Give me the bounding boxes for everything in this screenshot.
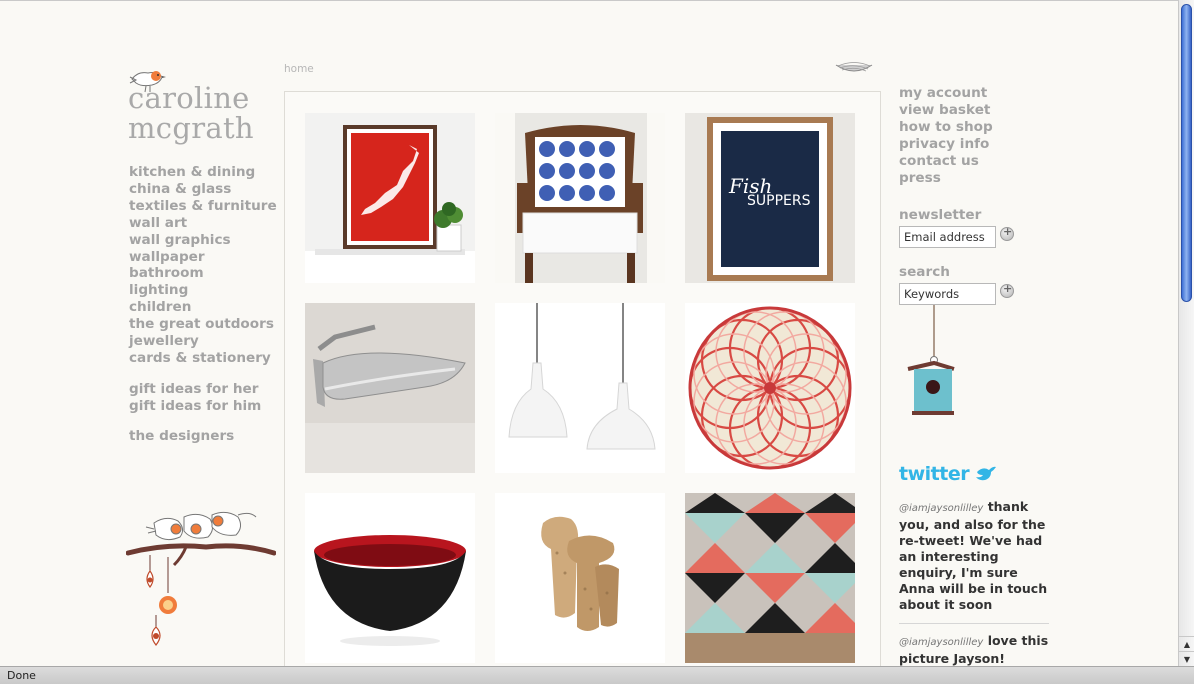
nav-wall-graphics[interactable]: wall graphics xyxy=(129,232,277,249)
product-tile-cork-stools[interactable] xyxy=(495,493,665,663)
nav-textiles-furniture[interactable]: textiles & furniture xyxy=(129,198,277,215)
white-pendant-lights-image xyxy=(495,303,665,473)
nav-great-outdoors[interactable]: the great outdoors xyxy=(129,316,277,333)
nav-cards-stationery[interactable]: cards & stationery xyxy=(129,350,277,367)
product-tile-red-black-bowl[interactable] xyxy=(305,493,475,663)
twitter-logo[interactable]: twitter xyxy=(899,463,997,485)
blue-dot-cushion-chair-image xyxy=(495,113,665,283)
nav-jewellery[interactable]: jewellery xyxy=(129,333,277,350)
category-nav: kitchen & dining china & glass textiles … xyxy=(129,164,277,445)
search-input[interactable] xyxy=(899,283,996,305)
birds-on-branch-illustration xyxy=(126,511,276,646)
fish-suppers-print-image: Fish SUPPERS xyxy=(685,113,855,283)
link-how-to-shop[interactable]: how to shop xyxy=(899,119,1059,136)
twitter-feed: @iamjaysonlilley thank you, and also for… xyxy=(899,499,1049,666)
link-contact-us[interactable]: contact us xyxy=(899,153,1059,170)
tweet-item: @iamjaysonlilley thank you, and also for… xyxy=(899,499,1049,624)
japan-map-print-image xyxy=(305,113,475,283)
product-tile-blue-dot-cushion-chair[interactable] xyxy=(495,113,665,283)
link-press[interactable]: press xyxy=(899,170,1059,187)
nest-icon xyxy=(835,62,873,72)
page-viewport: caroline mcgrath kitchen & dining china … xyxy=(0,0,1178,666)
triangle-wallpaper-image xyxy=(685,493,855,663)
nav-gift-ideas-her[interactable]: gift ideas for her xyxy=(129,381,277,398)
scrollbar-thumb[interactable] xyxy=(1181,4,1192,302)
product-tile-fish-suppers-print[interactable]: Fish SUPPERS xyxy=(685,113,855,283)
nav-china-glass[interactable]: china & glass xyxy=(129,181,277,198)
folding-shower-seat-image xyxy=(305,303,475,473)
tweet-handle[interactable]: @iamjaysonlilley xyxy=(899,637,983,648)
nav-children[interactable]: children xyxy=(129,299,277,316)
product-tile-red-spirograph-rug[interactable] xyxy=(685,303,855,473)
product-tile-triangle-wallpaper[interactable] xyxy=(685,493,855,663)
browser-status-bar: Done xyxy=(0,666,1194,684)
nav-lighting[interactable]: lighting xyxy=(129,282,277,299)
product-tile-folding-shower-seat[interactable] xyxy=(305,303,475,473)
vertical-scrollbar[interactable]: ▲ ▼ xyxy=(1178,0,1194,666)
twitter-bird-icon xyxy=(976,466,997,481)
cork-stools-image xyxy=(495,493,665,663)
newsletter-email-input[interactable] xyxy=(899,226,996,248)
birdhouse-icon xyxy=(907,305,955,415)
search-label: search xyxy=(899,264,950,280)
nav-kitchen-dining[interactable]: kitchen & dining xyxy=(129,164,277,181)
svg-text:SUPPERS: SUPPERS xyxy=(747,193,811,209)
nav-the-designers[interactable]: the designers xyxy=(129,428,277,445)
right-sidebar: my account view basket how to shop priva… xyxy=(899,85,1059,307)
link-my-account[interactable]: my account xyxy=(899,85,1059,102)
status-text: Done xyxy=(7,669,36,682)
site-title: caroline mcgrath xyxy=(128,81,254,145)
search-submit-button[interactable] xyxy=(1000,282,1014,298)
red-black-bowl-image xyxy=(305,493,475,663)
red-spirograph-rug-image xyxy=(685,303,855,473)
tweet-text: thank you, and also for the re-tweet! We… xyxy=(899,499,1048,612)
scroll-down-arrow-icon[interactable]: ▼ xyxy=(1179,651,1194,666)
nav-wall-art[interactable]: wall art xyxy=(129,215,277,232)
product-tile-japan-map-print[interactable] xyxy=(305,113,475,283)
link-view-basket[interactable]: view basket xyxy=(899,102,1059,119)
product-tile-white-pendant-lights[interactable] xyxy=(495,303,665,473)
nav-bathroom[interactable]: bathroom xyxy=(129,265,277,282)
nav-gift-ideas-him[interactable]: gift ideas for him xyxy=(129,398,277,415)
breadcrumb-home[interactable]: home xyxy=(284,63,314,75)
scroll-up-arrow-icon[interactable]: ▲ xyxy=(1179,636,1194,651)
link-privacy-info[interactable]: privacy info xyxy=(899,136,1059,153)
newsletter-submit-button[interactable] xyxy=(1000,225,1014,241)
nav-wallpaper[interactable]: wallpaper xyxy=(129,249,277,266)
product-grid: Fish SUPPERS xyxy=(284,91,881,666)
tweet-handle[interactable]: @iamjaysonlilley xyxy=(899,503,983,514)
account-links: my account view basket how to shop priva… xyxy=(899,85,1059,187)
newsletter-label: newsletter xyxy=(899,207,982,223)
tweet-item: @iamjaysonlilley love this picture Jayso… xyxy=(899,633,1049,666)
